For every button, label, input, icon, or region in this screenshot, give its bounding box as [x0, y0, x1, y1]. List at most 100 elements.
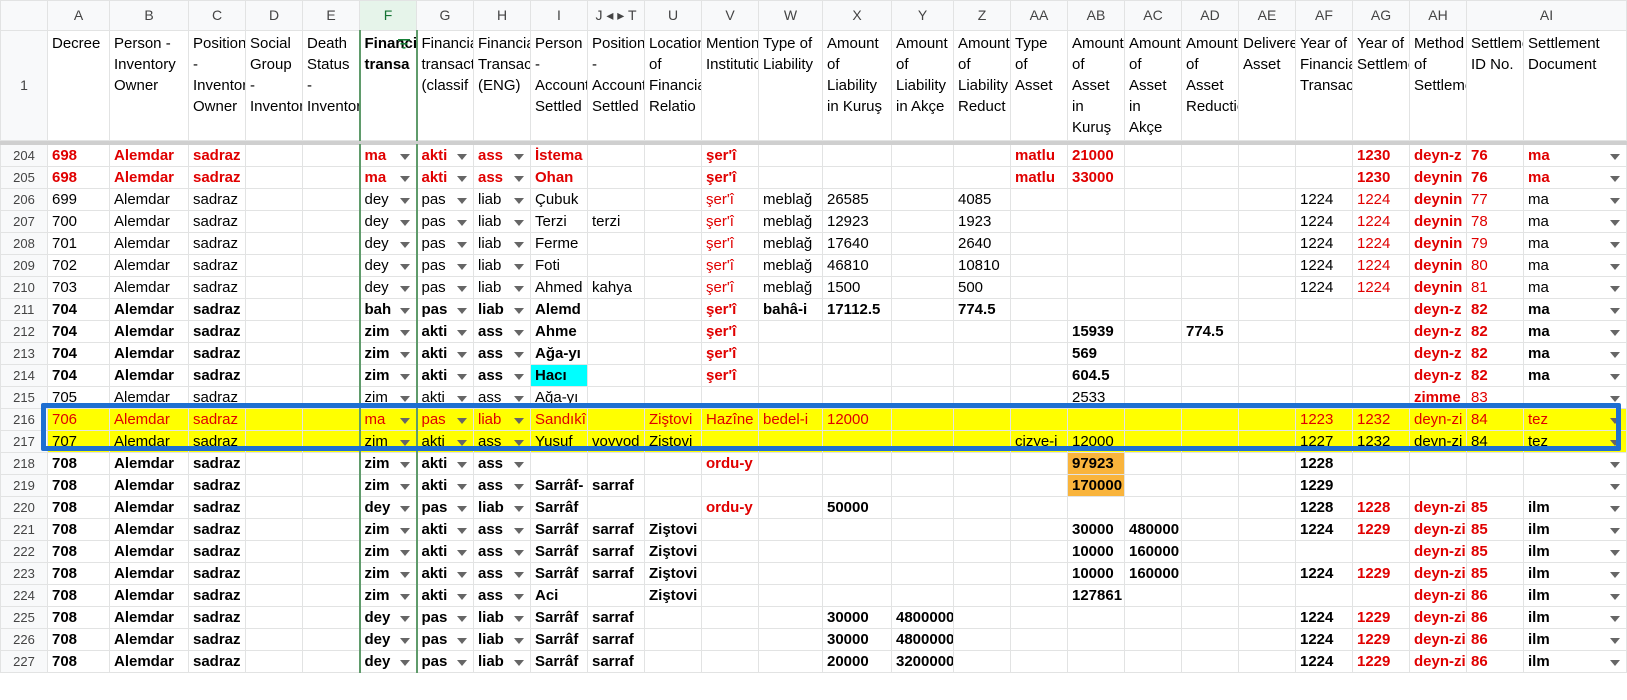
table-cell[interactable]: [891, 562, 954, 585]
table-cell[interactable]: deyn-zi: [1409, 430, 1467, 453]
header-cell[interactable]: Amount of Liability in Akçe: [891, 30, 954, 141]
table-cell[interactable]: [953, 364, 1011, 387]
table-cell[interactable]: dey: [358, 232, 418, 255]
table-cell[interactable]: [953, 408, 1011, 431]
table-cell[interactable]: sadraz: [188, 144, 246, 167]
table-cell[interactable]: [701, 584, 759, 607]
row-number[interactable]: 221: [0, 518, 48, 541]
table-cell[interactable]: akti: [416, 166, 474, 189]
table-cell[interactable]: tez: [1523, 408, 1627, 431]
table-cell[interactable]: Ziştovi: [644, 562, 702, 585]
table-cell[interactable]: [1124, 298, 1182, 321]
table-cell[interactable]: [1010, 298, 1068, 321]
column-header-aa[interactable]: AA: [1010, 0, 1068, 31]
table-cell[interactable]: [1010, 364, 1068, 387]
table-cell[interactable]: [587, 232, 645, 255]
table-cell[interactable]: [1181, 496, 1239, 519]
table-cell[interactable]: sarraf: [587, 518, 645, 541]
table-cell[interactable]: deyn-zi: [1409, 628, 1467, 651]
table-cell[interactable]: [891, 342, 954, 365]
table-cell[interactable]: sadraz: [188, 408, 246, 431]
table-cell[interactable]: voyvod: [587, 430, 645, 453]
table-cell[interactable]: [953, 166, 1011, 189]
table-cell[interactable]: sarraf: [587, 540, 645, 563]
table-cell[interactable]: [302, 496, 360, 519]
table-cell[interactable]: Alemdar: [109, 298, 189, 321]
table-cell[interactable]: sarraf: [587, 474, 645, 497]
table-cell[interactable]: 708: [47, 540, 110, 563]
table-cell[interactable]: pas: [416, 606, 474, 629]
table-cell[interactable]: [1124, 584, 1182, 607]
column-header-e[interactable]: E: [302, 0, 360, 31]
column-header-c[interactable]: C: [188, 0, 246, 31]
table-cell[interactable]: sadraz: [188, 562, 246, 585]
table-cell[interactable]: ilm: [1523, 540, 1627, 563]
table-cell[interactable]: [953, 386, 1011, 409]
table-cell[interactable]: [1352, 474, 1410, 497]
column-header-ab[interactable]: AB: [1067, 0, 1125, 31]
table-cell[interactable]: ilm: [1523, 562, 1627, 585]
table-cell[interactable]: [1238, 562, 1296, 585]
table-cell[interactable]: [1067, 254, 1125, 277]
table-cell[interactable]: 30000: [822, 606, 892, 629]
table-cell[interactable]: Alemdar: [109, 496, 189, 519]
header-cell[interactable]: Financial transa: [358, 30, 418, 141]
table-cell[interactable]: [953, 540, 1011, 563]
table-cell[interactable]: deynin: [1409, 210, 1467, 233]
table-cell[interactable]: [1295, 386, 1353, 409]
table-cell[interactable]: [953, 562, 1011, 585]
table-cell[interactable]: [822, 144, 892, 167]
table-cell[interactable]: [1181, 298, 1239, 321]
table-cell[interactable]: [245, 320, 303, 343]
table-cell[interactable]: 1229: [1352, 562, 1410, 585]
table-cell[interactable]: [245, 518, 303, 541]
table-cell[interactable]: [822, 430, 892, 453]
table-cell[interactable]: 1500: [822, 276, 892, 299]
table-cell[interactable]: 1224: [1352, 232, 1410, 255]
table-cell[interactable]: akti: [416, 342, 474, 365]
table-cell[interactable]: [302, 474, 360, 497]
column-header-b[interactable]: B: [109, 0, 189, 31]
table-cell[interactable]: [644, 364, 702, 387]
table-cell[interactable]: şer'î: [701, 232, 759, 255]
table-cell[interactable]: [644, 650, 702, 673]
column-header-y[interactable]: Y: [891, 0, 954, 31]
table-cell[interactable]: Alemdar: [109, 144, 189, 167]
table-cell[interactable]: [587, 144, 645, 167]
table-cell[interactable]: zim: [358, 518, 418, 541]
table-cell[interactable]: şer'î: [701, 166, 759, 189]
table-cell[interactable]: ma: [358, 408, 418, 431]
table-cell[interactable]: [891, 298, 954, 321]
table-cell[interactable]: 1224: [1352, 276, 1410, 299]
table-cell[interactable]: 1228: [1295, 452, 1353, 475]
table-cell[interactable]: [1010, 232, 1068, 255]
table-cell[interactable]: [822, 584, 892, 607]
column-header-w[interactable]: W: [758, 0, 823, 31]
table-cell[interactable]: meblağ: [758, 254, 823, 277]
table-cell[interactable]: [587, 584, 645, 607]
table-cell[interactable]: deynin: [1409, 232, 1467, 255]
table-cell[interactable]: akti: [416, 584, 474, 607]
table-cell[interactable]: [822, 386, 892, 409]
table-cell[interactable]: [1181, 166, 1239, 189]
table-cell[interactable]: şer'î: [701, 276, 759, 299]
table-cell[interactable]: [302, 386, 360, 409]
column-header-ac[interactable]: AC: [1124, 0, 1182, 31]
header-cell[interactable]: Financial transaction (classif: [416, 30, 474, 141]
table-cell[interactable]: [891, 166, 954, 189]
table-cell[interactable]: 1224: [1352, 210, 1410, 233]
table-cell[interactable]: 2533: [1067, 386, 1125, 409]
table-cell[interactable]: 160000: [1124, 540, 1182, 563]
table-cell[interactable]: [891, 210, 954, 233]
row-number[interactable]: 205: [0, 166, 48, 189]
table-cell[interactable]: bah: [358, 298, 418, 321]
table-cell[interactable]: [701, 628, 759, 651]
table-cell[interactable]: 30000: [1067, 518, 1125, 541]
table-cell[interactable]: [758, 474, 823, 497]
table-cell[interactable]: 76: [1466, 144, 1524, 167]
table-cell[interactable]: dey: [358, 210, 418, 233]
table-cell[interactable]: zim: [358, 474, 418, 497]
table-cell[interactable]: 708: [47, 628, 110, 651]
table-cell[interactable]: [822, 364, 892, 387]
table-cell[interactable]: Ziştovi: [644, 430, 702, 453]
